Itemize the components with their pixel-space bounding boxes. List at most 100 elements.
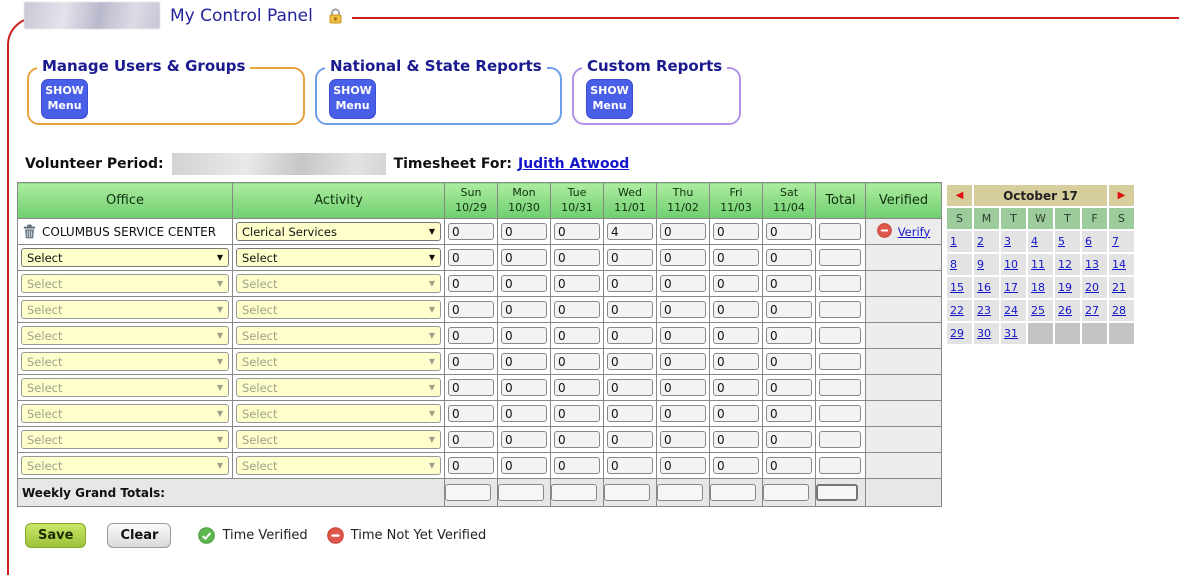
day-hours-input[interactable] xyxy=(607,249,653,266)
activity-select[interactable]: Clerical Services▼ xyxy=(236,222,441,241)
day-hours-input[interactable] xyxy=(448,327,494,344)
day-hours-input[interactable] xyxy=(554,301,600,318)
day-hours-input[interactable] xyxy=(448,223,494,240)
day-hours-input[interactable] xyxy=(607,405,653,422)
day-hours-input[interactable] xyxy=(448,379,494,396)
calendar-date-link[interactable]: 7 xyxy=(1112,235,1119,248)
office-select[interactable]: Select▼ xyxy=(21,248,229,267)
day-hours-input[interactable] xyxy=(713,249,759,266)
day-hours-input[interactable] xyxy=(554,379,600,396)
volunteer-name-link[interactable]: Judith Atwood xyxy=(518,156,629,172)
calendar-date-link[interactable]: 14 xyxy=(1112,258,1126,271)
grand-total-input[interactable] xyxy=(816,484,858,501)
row-total-input[interactable] xyxy=(819,327,861,344)
calendar-date-link[interactable]: 31 xyxy=(1004,327,1018,340)
activity-select[interactable]: Select▼ xyxy=(236,300,441,319)
day-hours-input[interactable] xyxy=(501,249,547,266)
day-hours-input[interactable] xyxy=(660,457,706,474)
verify-link[interactable]: Verify xyxy=(898,225,931,239)
day-hours-input[interactable] xyxy=(607,301,653,318)
day-hours-input[interactable] xyxy=(448,249,494,266)
calendar-date-link[interactable]: 30 xyxy=(977,327,991,340)
day-hours-input[interactable] xyxy=(713,275,759,292)
day-hours-input[interactable] xyxy=(554,405,600,422)
calendar-date-link[interactable]: 29 xyxy=(950,327,964,340)
day-total-input[interactable] xyxy=(551,484,597,501)
calendar-date-link[interactable]: 10 xyxy=(1004,258,1018,271)
day-hours-input[interactable] xyxy=(448,431,494,448)
calendar-next-icon[interactable]: ▶ xyxy=(1109,185,1134,206)
office-select[interactable]: Select▼ xyxy=(21,456,229,475)
calendar-date-link[interactable]: 28 xyxy=(1112,304,1126,317)
calendar-date-link[interactable]: 26 xyxy=(1058,304,1072,317)
office-select[interactable]: Select▼ xyxy=(21,378,229,397)
calendar-date-link[interactable]: 6 xyxy=(1085,235,1092,248)
day-hours-input[interactable] xyxy=(660,405,706,422)
activity-select[interactable]: Select▼ xyxy=(236,326,441,345)
show-menu-button[interactable]: SHOWMenu xyxy=(41,79,88,119)
day-hours-input[interactable] xyxy=(607,431,653,448)
calendar-date-link[interactable]: 21 xyxy=(1112,281,1126,294)
calendar-date-link[interactable]: 16 xyxy=(977,281,991,294)
day-hours-input[interactable] xyxy=(766,379,812,396)
calendar-date-link[interactable]: 11 xyxy=(1031,258,1045,271)
row-total-input[interactable] xyxy=(819,249,861,266)
calendar-date-link[interactable]: 20 xyxy=(1085,281,1099,294)
day-hours-input[interactable] xyxy=(713,457,759,474)
delete-row-icon[interactable] xyxy=(23,224,36,239)
day-hours-input[interactable] xyxy=(660,327,706,344)
day-hours-input[interactable] xyxy=(501,379,547,396)
clear-button[interactable]: Clear xyxy=(107,523,171,548)
day-hours-input[interactable] xyxy=(766,301,812,318)
row-total-input[interactable] xyxy=(819,457,861,474)
activity-select[interactable]: Select▼ xyxy=(236,352,441,371)
day-hours-input[interactable] xyxy=(660,379,706,396)
day-hours-input[interactable] xyxy=(713,301,759,318)
activity-select[interactable]: Select▼ xyxy=(236,378,441,397)
activity-select[interactable]: Select▼ xyxy=(236,274,441,293)
day-hours-input[interactable] xyxy=(766,353,812,370)
show-menu-button[interactable]: SHOWMenu xyxy=(586,79,633,119)
office-select[interactable]: Select▼ xyxy=(21,326,229,345)
day-hours-input[interactable] xyxy=(607,353,653,370)
calendar-date-link[interactable]: 12 xyxy=(1058,258,1072,271)
day-hours-input[interactable] xyxy=(554,353,600,370)
calendar-date-link[interactable]: 17 xyxy=(1004,281,1018,294)
day-hours-input[interactable] xyxy=(660,353,706,370)
activity-select[interactable]: Select▼ xyxy=(236,248,441,267)
day-hours-input[interactable] xyxy=(660,275,706,292)
calendar-date-link[interactable]: 22 xyxy=(950,304,964,317)
day-hours-input[interactable] xyxy=(501,275,547,292)
calendar-date-link[interactable]: 2 xyxy=(977,235,984,248)
calendar-date-link[interactable]: 13 xyxy=(1085,258,1099,271)
row-total-input[interactable] xyxy=(819,379,861,396)
day-hours-input[interactable] xyxy=(554,223,600,240)
day-hours-input[interactable] xyxy=(766,431,812,448)
calendar-date-link[interactable]: 4 xyxy=(1031,235,1038,248)
calendar-date-link[interactable]: 9 xyxy=(977,258,984,271)
day-hours-input[interactable] xyxy=(660,301,706,318)
day-hours-input[interactable] xyxy=(713,223,759,240)
calendar-date-link[interactable]: 18 xyxy=(1031,281,1045,294)
calendar-date-link[interactable]: 15 xyxy=(950,281,964,294)
calendar-date-link[interactable]: 25 xyxy=(1031,304,1045,317)
day-hours-input[interactable] xyxy=(766,249,812,266)
day-total-input[interactable] xyxy=(445,484,491,501)
activity-select[interactable]: Select▼ xyxy=(236,404,441,423)
day-hours-input[interactable] xyxy=(554,327,600,344)
office-select[interactable]: Select▼ xyxy=(21,352,229,371)
show-menu-button[interactable]: SHOWMenu xyxy=(329,79,376,119)
day-hours-input[interactable] xyxy=(766,405,812,422)
day-hours-input[interactable] xyxy=(713,353,759,370)
day-hours-input[interactable] xyxy=(607,327,653,344)
office-select[interactable]: Select▼ xyxy=(21,430,229,449)
row-total-input[interactable] xyxy=(819,405,861,422)
row-total-input[interactable] xyxy=(819,223,861,240)
row-total-input[interactable] xyxy=(819,431,861,448)
calendar-date-link[interactable]: 23 xyxy=(977,304,991,317)
calendar-date-link[interactable]: 1 xyxy=(950,235,957,248)
save-button[interactable]: Save xyxy=(25,523,86,548)
day-hours-input[interactable] xyxy=(660,223,706,240)
day-hours-input[interactable] xyxy=(448,275,494,292)
day-hours-input[interactable] xyxy=(660,249,706,266)
